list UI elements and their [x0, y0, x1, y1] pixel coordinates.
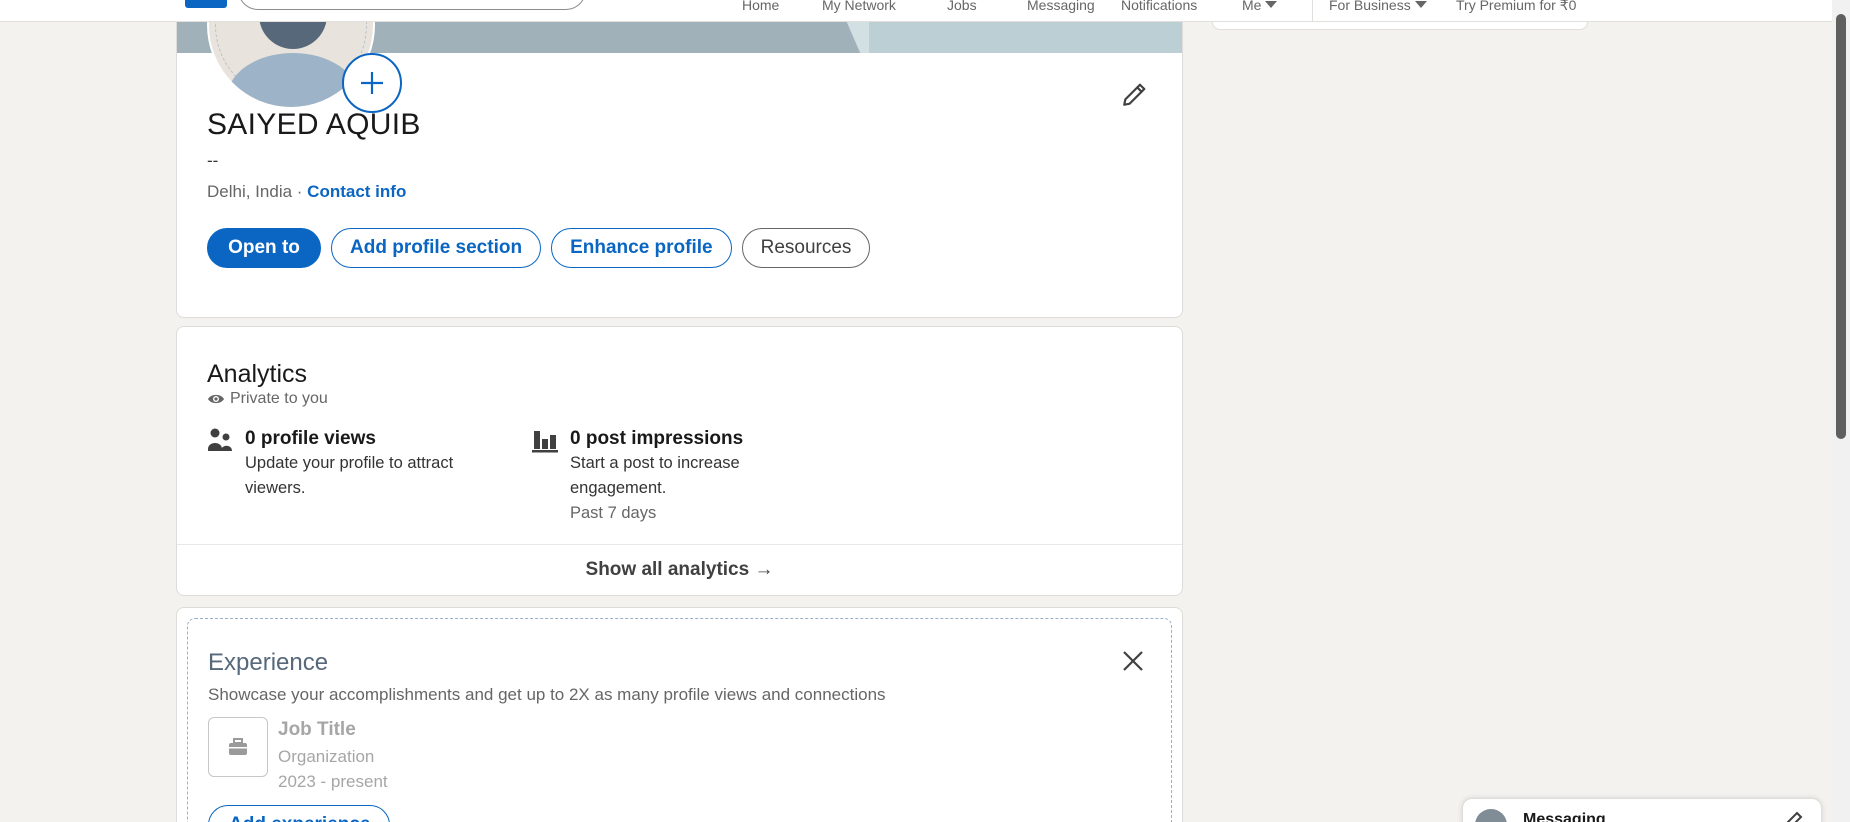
separator: ·	[292, 182, 308, 201]
profile-location: Delhi, India	[207, 182, 293, 201]
messaging-dock[interactable]: Messaging	[1462, 798, 1822, 822]
search-input[interactable]	[238, 0, 586, 10]
add-profile-section-button[interactable]: Add profile section	[331, 228, 542, 268]
scrollbar-thumb[interactable]	[1836, 14, 1846, 439]
company-logo-placeholder	[208, 717, 268, 777]
scrollbar[interactable]	[1832, 0, 1850, 822]
resources-button[interactable]: Resources	[741, 228, 871, 268]
profile-headline: --	[207, 151, 219, 170]
dismiss-button[interactable]	[1117, 645, 1149, 677]
bar-chart-icon	[532, 431, 558, 453]
profile-views-title: 0 profile views	[245, 428, 376, 449]
privacy-note: Private to you	[207, 390, 328, 408]
global-nav: Home My Network Jobs Messaging Notificat…	[0, 0, 1832, 22]
contact-info-link[interactable]: Contact info	[307, 182, 406, 201]
nav-jobs[interactable]: Jobs	[947, 0, 977, 14]
analytics-title: Analytics	[207, 360, 308, 388]
job-title-placeholder: Job Title	[278, 719, 356, 740]
profile-top-card: SAIYED AQUIB -- Delhi, India · Contact i…	[176, 0, 1183, 318]
experience-card: Experience Showcase your accomplishments…	[176, 607, 1183, 822]
analytics-card: Analytics Private to you 0 profile views…	[176, 326, 1183, 596]
profile-views-desc: Update your profile to attract viewers.	[245, 454, 454, 497]
show-all-analytics-button[interactable]: Show all analytics →	[177, 544, 1182, 595]
nav-messaging[interactable]: Messaging	[1027, 0, 1095, 14]
chevron-down-icon	[1414, 1, 1427, 8]
add-photo-button[interactable]	[342, 53, 402, 113]
briefcase-icon	[229, 738, 247, 755]
nav-try-premium[interactable]: Try Premium for ₹0	[1456, 0, 1582, 14]
nav-me[interactable]: Me	[1242, 0, 1278, 14]
close-icon	[1123, 651, 1143, 671]
profile-location-line: Delhi, India · Contact info	[207, 182, 406, 202]
post-impressions-metric[interactable]: 0 post impressions Start a post to incre…	[532, 427, 812, 526]
enhance-profile-button[interactable]: Enhance profile	[551, 228, 732, 268]
profile-name: SAIYED AQUIB	[207, 108, 421, 141]
nav-my-network[interactable]: My Network	[822, 0, 896, 14]
nav-home[interactable]: Home	[742, 0, 779, 14]
add-experience-button[interactable]: Add experience	[208, 805, 390, 822]
nav-for-business[interactable]: For Business	[1329, 0, 1427, 14]
profile-actions: Open to Add profile section Enhance prof…	[207, 228, 871, 268]
nav-notifications[interactable]: Notifications	[1121, 0, 1197, 14]
privacy-label: Private to you	[230, 390, 328, 407]
dates-placeholder: 2023 - present	[278, 772, 388, 791]
post-impressions-period: Past 7 days	[570, 504, 657, 522]
organization-placeholder: Organization	[278, 747, 375, 766]
plus-icon	[361, 72, 383, 94]
experience-placeholder-frame: Experience Showcase your accomplishments…	[187, 618, 1172, 822]
linkedin-logo-icon[interactable]	[185, 0, 227, 8]
pencil-icon	[1123, 83, 1146, 106]
post-impressions-title: 0 post impressions	[570, 428, 744, 449]
edit-intro-button[interactable]	[1114, 75, 1154, 115]
show-all-analytics-label: Show all analytics →	[585, 559, 774, 580]
nav-divider	[1312, 0, 1313, 22]
open-to-button[interactable]: Open to	[207, 228, 321, 268]
experience-title: Experience	[208, 649, 329, 676]
avatar	[1475, 809, 1507, 822]
compose-icon[interactable]	[1783, 811, 1803, 822]
eye-icon	[208, 394, 224, 404]
chevron-down-icon	[1265, 1, 1278, 8]
profile-views-metric[interactable]: 0 profile views Update your profile to a…	[207, 427, 497, 501]
messaging-label: Messaging	[1523, 811, 1606, 822]
post-impressions-desc: Start a post to increase engagement.	[570, 454, 740, 497]
people-icon	[208, 428, 232, 451]
experience-description: Showcase your accomplishments and get up…	[208, 685, 886, 704]
